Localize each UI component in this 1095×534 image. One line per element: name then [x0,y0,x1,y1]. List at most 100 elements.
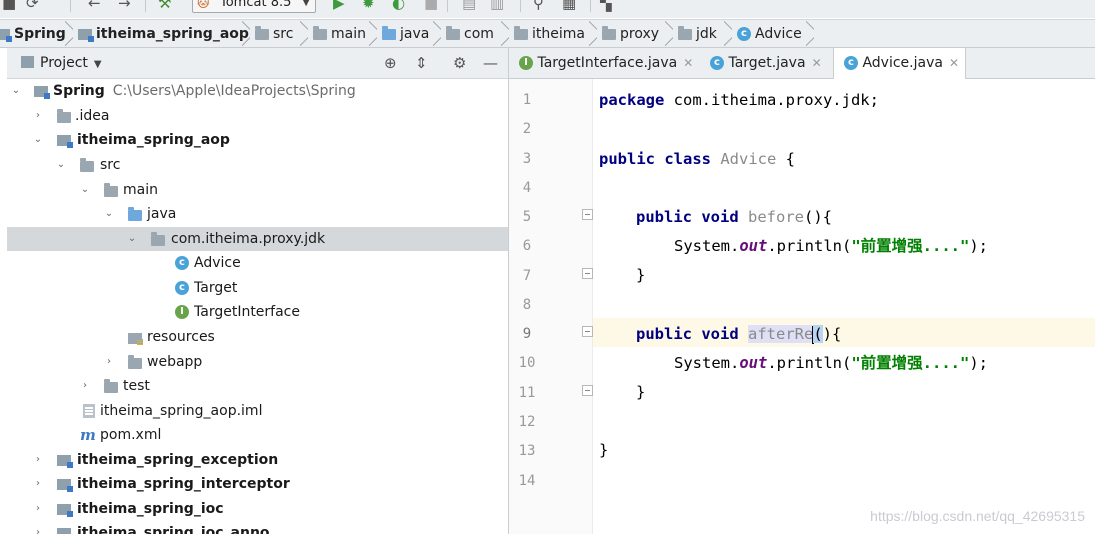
expand-arrow-icon[interactable]: ⌄ [56,153,66,177]
tree-item-package-jdk[interactable]: ⌄ com.itheima.proxy.jdk [7,227,508,251]
iml-file-icon [83,404,95,418]
tree-item-main[interactable]: ⌄ main [7,178,508,202]
code-text: ){ [822,325,842,343]
code-text: } [599,441,609,459]
breadcrumb-item-advice[interactable]: c Advice [737,20,802,47]
collapsed-arrow-icon[interactable]: › [33,497,43,521]
code-editor: I TargetInterface.java ✕ c Target.java ✕ c… [509,48,1095,534]
expand-arrow-icon[interactable]: ⌄ [33,128,43,152]
tree-item-label: src [100,157,121,173]
tree-item-java[interactable]: ⌄ java [7,202,508,226]
tab-target[interactable]: c Target.java ✕ [700,48,833,79]
tree-item-itheima-spring-interceptor[interactable]: › itheima_spring_interceptor [7,472,508,496]
run-configuration-label: Tomcat 8.5 [220,0,292,10]
code-line-9[interactable]: public void afterRe(){ [636,320,841,349]
redo-icon[interactable]: → [118,0,131,12]
project-view-select[interactable]: Project ▼ [21,48,102,80]
close-icon[interactable]: ✕ [949,56,959,70]
tree-item-itheima-spring-ioc[interactable]: › itheima_spring_ioc [7,497,508,521]
module-icon [57,135,73,148]
tree-item-target[interactable]: c Target [7,276,508,300]
vcs-icon[interactable]: ▚ [600,0,612,12]
project-panel: Project ▼ ⊕ ⇕ ⚙ — ⌄ Spring C:\Users\Apple\… [0,48,508,534]
run-icon[interactable]: ▶ [333,0,345,12]
sync-icon[interactable]: ⟳ [26,0,39,12]
hide-panel-icon[interactable]: — [483,48,498,79]
code-text: com.itheima.proxy.jdk; [664,91,879,109]
expand-arrow-icon[interactable]: ⌄ [80,178,90,202]
collapsed-arrow-icon[interactable]: › [104,350,114,374]
tree-item-itheima-spring-aop[interactable]: ⌄ itheima_spring_aop [7,128,508,152]
code-line-7[interactable]: } [636,261,645,290]
toolbar-separator [145,0,146,12]
toolbar-separator [447,0,448,12]
run-configuration-select[interactable]: 🐱 Tomcat 8.5 ▼ [192,0,316,13]
tree-item-test[interactable]: › test [7,374,508,398]
code-line-5[interactable]: public void before(){ [636,203,832,232]
tree-item-idea[interactable]: › .idea [7,104,508,128]
breadcrumb-item-itheima[interactable]: itheima [514,20,585,47]
tree-item-pom[interactable]: m pom.xml [7,423,508,447]
code-line-1[interactable]: package com.itheima.proxy.jdk; [599,86,879,115]
expand-arrow-icon[interactable]: ⌄ [104,202,114,226]
class-icon: c [737,27,751,41]
tree-item-iml-file[interactable]: itheima_spring_aop.iml [7,399,508,423]
tree-item-resources[interactable]: resources [7,325,508,349]
breadcrumb-item-jdk[interactable]: jdk [678,20,717,47]
fold-marker-icon[interactable] [582,268,593,279]
close-icon[interactable]: ✕ [812,56,822,70]
tab-label: Advice.java [862,55,943,71]
collapse-all-icon[interactable]: ⇕ [415,48,428,79]
collapsed-arrow-icon[interactable]: › [33,104,43,128]
breadcrumb-item-proxy[interactable]: proxy [602,20,659,47]
collapsed-arrow-icon[interactable]: › [33,521,43,534]
save-icon[interactable]: ■ [2,0,16,12]
locate-file-icon[interactable]: ⊕ [384,48,397,79]
breadcrumb-item-spring[interactable]: Spring [0,20,66,47]
line-number: 4 [522,180,532,196]
code-line-10[interactable]: System.out.println("前置增强...."); [674,349,988,378]
fold-marker-icon[interactable] [582,385,593,396]
folder-icon [80,158,94,172]
code-line-11[interactable]: } [636,378,645,407]
breadcrumb-item-module[interactable]: itheima_spring_aop [78,20,249,47]
breadcrumb-item-com[interactable]: com [446,20,494,47]
code-line-13[interactable]: } [599,436,608,465]
tree-item-targetinterface[interactable]: I TargetInterface [7,300,508,324]
project-structure-icon[interactable]: ▤ [462,0,476,12]
collapsed-arrow-icon[interactable]: › [80,374,90,398]
tree-item-advice[interactable]: c Advice [7,251,508,275]
breadcrumb-separator [806,20,814,47]
tree-item-itheima-spring-ioc-anno[interactable]: › itheima_spring_ioc_anno [7,521,508,534]
undo-icon[interactable]: ← [88,0,101,12]
search-icon[interactable]: ⚲ [533,0,544,12]
breadcrumb-item-java[interactable]: java [382,20,429,47]
expand-arrow-icon[interactable]: ⌄ [127,227,137,251]
fold-marker-icon[interactable] [582,326,593,337]
tab-targetinterface[interactable]: I TargetInterface.java ✕ [509,48,697,79]
fold-marker-icon[interactable] [582,209,593,220]
structure-icon[interactable]: ▦ [562,0,576,12]
build-icon[interactable]: ⚒ [158,0,171,12]
gear-icon[interactable]: ⚙ [453,48,466,79]
tree-item-spring[interactable]: ⌄ Spring C:\Users\Apple\IdeaProjects\Spri… [7,79,508,103]
coverage-icon[interactable]: ◐ [392,0,405,12]
tree-item-itheima-spring-exception[interactable]: › itheima_spring_exception [7,448,508,472]
breadcrumb-item-src[interactable]: src [255,20,293,47]
code-line-3[interactable]: public class Advice { [599,145,795,174]
breadcrumb-item-main[interactable]: main [313,20,366,47]
stop-icon[interactable]: ■ [424,0,438,12]
expand-arrow-icon[interactable]: ⌄ [11,79,21,103]
sdk-icon[interactable]: ▥ [490,0,504,12]
watermark: https://blog.csdn.net/qq_42695315 [870,508,1085,524]
debug-icon[interactable]: ✹ [362,0,375,12]
tree-item-src[interactable]: ⌄ src [7,153,508,177]
tree-item-webapp[interactable]: › webapp [7,350,508,374]
tree-item-label: itheima_spring_exception [77,452,279,468]
static-field: out [739,354,768,372]
tab-advice[interactable]: c Advice.java ✕ [833,48,966,79]
code-line-6[interactable]: System.out.println("前置增强...."); [674,232,988,261]
collapsed-arrow-icon[interactable]: › [33,472,43,496]
collapsed-arrow-icon[interactable]: › [33,448,43,472]
close-icon[interactable]: ✕ [683,56,693,70]
